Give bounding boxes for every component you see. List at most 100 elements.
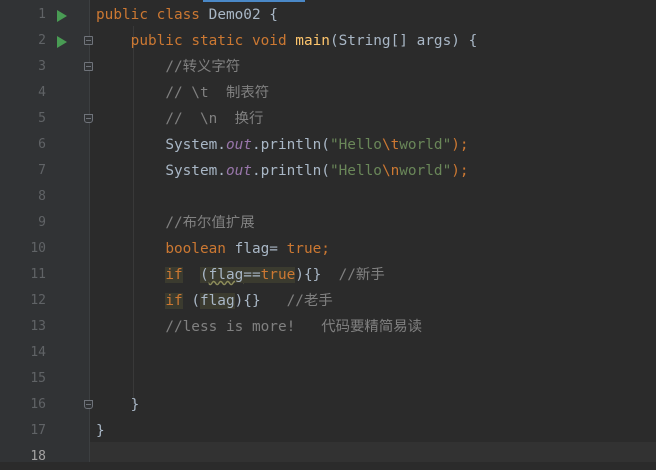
punctuation: ){} — [234, 293, 261, 309]
line-number: 13 — [30, 319, 46, 334]
line-number: 18 — [30, 449, 46, 464]
code-text: // \t 制表符 — [96, 80, 269, 106]
comment: // \t 制表符 — [165, 85, 270, 101]
keyword: public — [96, 7, 148, 23]
code-text: //转义字符 — [96, 54, 240, 80]
code-text: //less is more! 代码要精简易读 — [96, 314, 422, 340]
code-line-14[interactable]: 14 — [0, 340, 656, 366]
code-text: boolean flag= true; — [96, 236, 330, 262]
fold-end-icon[interactable] — [84, 114, 93, 123]
code-line-5[interactable]: 5 // \n 换行 — [0, 106, 656, 132]
code-line-15[interactable]: 15 — [0, 366, 656, 392]
line-number: 14 — [30, 345, 46, 360]
code-text: // \n 换行 — [96, 106, 263, 132]
keyword: true — [286, 241, 322, 257]
keyword: public — [130, 33, 183, 49]
line-number: 12 — [30, 293, 46, 308]
line-number: 1 — [38, 7, 46, 22]
code-line-11[interactable]: 11 if (flag==true){} //新手 — [0, 262, 656, 288]
line-number: 8 — [38, 189, 46, 204]
punctuation: ); — [451, 137, 469, 153]
code-line-13[interactable]: 13 //less is more! 代码要精简易读 — [0, 314, 656, 340]
keyword: void — [251, 33, 287, 49]
line-number: 9 — [38, 215, 46, 230]
line-number: 2 — [38, 33, 46, 48]
keyword: class — [156, 7, 200, 23]
keyword: true — [260, 267, 296, 283]
code-line-10[interactable]: 10 boolean flag= true; — [0, 236, 656, 262]
comment: //新手 — [338, 267, 385, 283]
identifier: System. — [165, 163, 226, 179]
keyword: static — [191, 33, 244, 49]
code-line-4[interactable]: 4 // \t 制表符 — [0, 80, 656, 106]
comment: // \n 换行 — [165, 111, 264, 127]
keyword: if — [165, 293, 183, 309]
line-number: 7 — [38, 163, 46, 178]
line-number: 17 — [30, 423, 46, 438]
string: world" — [399, 137, 452, 153]
code-text: } — [96, 418, 105, 444]
identifier: System. — [165, 137, 226, 153]
fold-marker-icon[interactable] — [84, 36, 93, 45]
fold-end-icon[interactable] — [84, 400, 93, 409]
punctuation: ( — [199, 267, 209, 283]
code-line-1[interactable]: 1 public class Demo02 { — [0, 2, 656, 28]
code-text: public static void main(String[] args) { — [96, 28, 478, 54]
identifier: flag — [208, 267, 244, 283]
code-text: public class Demo02 { — [96, 2, 278, 28]
run-main-icon[interactable] — [57, 36, 67, 48]
code-line-17[interactable]: 17 } — [0, 418, 656, 444]
line-number: 5 — [38, 111, 46, 126]
method-name: main — [295, 33, 330, 49]
line-number: 3 — [38, 59, 46, 74]
code-line-7[interactable]: 7 System.out.println("Hello\nworld"); — [0, 158, 656, 184]
params: (String[] args) { — [329, 33, 478, 49]
static-field: out — [225, 137, 252, 153]
brace: } — [130, 397, 140, 413]
identifier: flag= — [225, 241, 287, 257]
comment: //转义字符 — [165, 59, 241, 75]
code-line-8[interactable]: 8 — [0, 184, 656, 210]
line-number: 4 — [38, 85, 46, 100]
comment: //less is more! 代码要精简易读 — [165, 319, 422, 335]
code-line-6[interactable]: 6 System.out.println("Hello\tworld"); — [0, 132, 656, 158]
line-number: 6 — [38, 137, 46, 152]
code-line-16[interactable]: 16 } — [0, 392, 656, 418]
comment: //布尔值扩展 — [165, 215, 255, 231]
code-text: System.out.println("Hello\nworld"); — [96, 158, 469, 184]
code-line-18[interactable]: 18 — [0, 444, 656, 470]
line-number: 10 — [30, 241, 46, 256]
string: world" — [399, 163, 452, 179]
fold-marker-icon[interactable] — [84, 62, 93, 71]
code-line-3[interactable]: 3 //转义字符 — [0, 54, 656, 80]
string: "Hello — [329, 163, 382, 179]
code-text: System.out.println("Hello\tworld"); — [96, 132, 469, 158]
static-field: out — [225, 163, 252, 179]
code-text: if (flag){} //老手 — [96, 288, 333, 314]
code-line-2[interactable]: 2 public static void main(String[] args)… — [0, 28, 656, 54]
line-number: 16 — [30, 397, 46, 412]
code-text: } — [96, 392, 140, 418]
keyword: if — [165, 267, 183, 283]
brace: } — [96, 423, 105, 439]
punctuation: ); — [451, 163, 469, 179]
keyword: boolean — [165, 241, 226, 257]
line-number: 15 — [30, 371, 46, 386]
string: "Hello — [329, 137, 382, 153]
run-class-icon[interactable] — [57, 10, 67, 22]
method-call: .println( — [251, 137, 330, 153]
escape: \n — [381, 163, 400, 179]
escape: \t — [381, 137, 400, 153]
code-line-12[interactable]: 12 if (flag){} //老手 — [0, 288, 656, 314]
brace: { — [260, 7, 278, 23]
punctuation: ; — [321, 241, 330, 257]
code-text: //布尔值扩展 — [96, 210, 255, 236]
line-number: 11 — [30, 267, 46, 282]
operator: == — [243, 267, 261, 283]
identifier: flag — [199, 293, 235, 309]
class-name: Demo02 — [208, 7, 261, 23]
code-line-9[interactable]: 9 //布尔值扩展 — [0, 210, 656, 236]
code-text: if (flag==true){} //新手 — [96, 262, 385, 288]
comment: //老手 — [286, 293, 333, 309]
punctuation: ){} — [295, 267, 322, 283]
